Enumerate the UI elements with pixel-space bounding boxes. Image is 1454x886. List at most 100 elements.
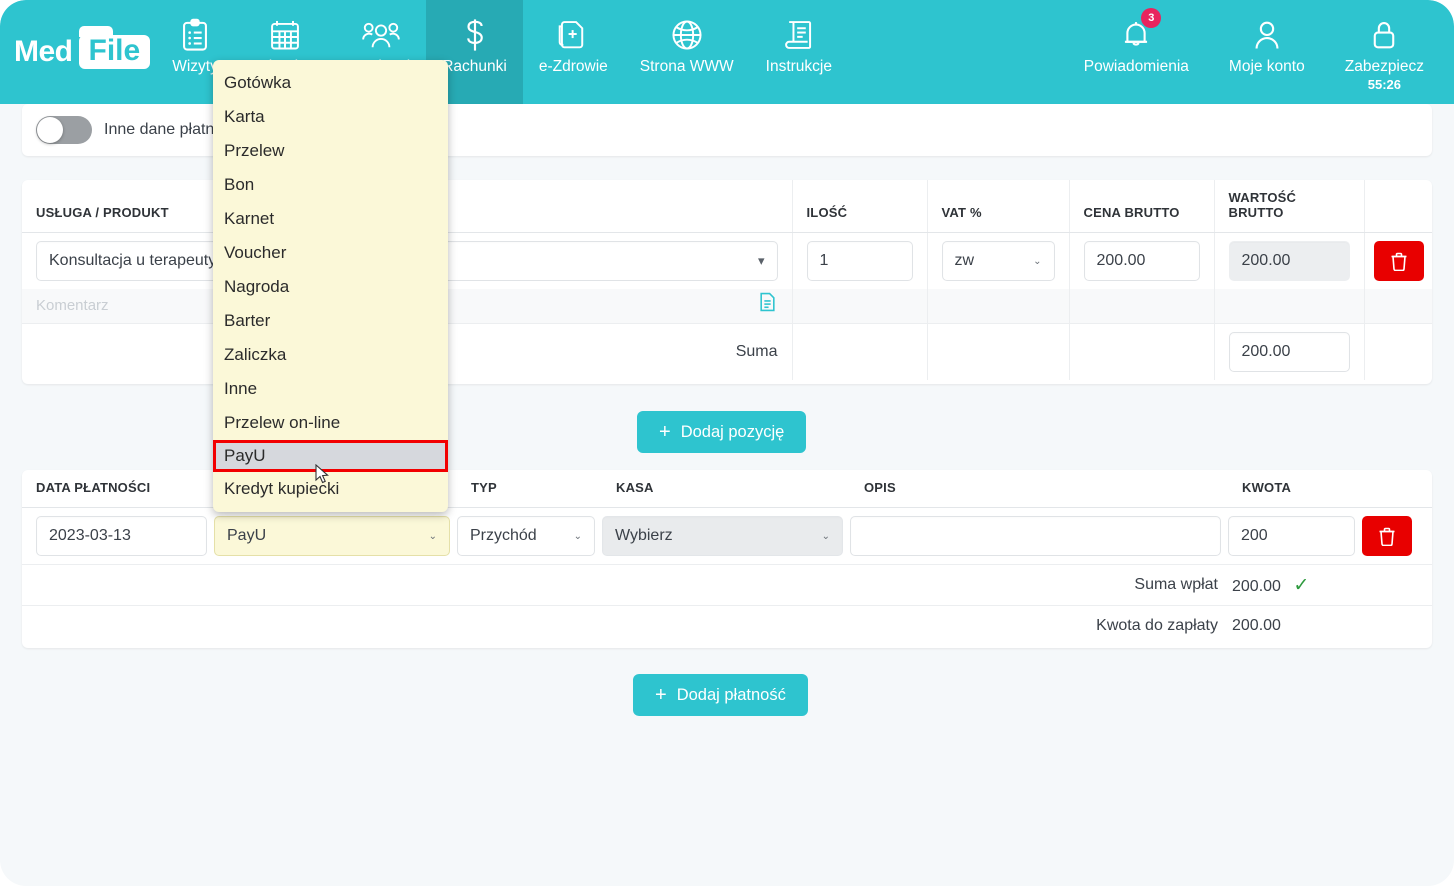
app-window: Med File Wizyty [0,0,1454,886]
vat-select[interactable]: zw ⌄ [942,241,1055,281]
nav-item-ezdrowie[interactable]: e-Zdrowie [523,0,624,104]
th-kasa: KASA [602,470,850,508]
dropdown-option-karta[interactable]: Karta [213,100,448,134]
chevron-down-icon: ⌄ [822,531,830,542]
payment-method-dropdown-list[interactable]: Gotówka Karta Przelew Bon Karnet Voucher… [213,60,448,512]
notification-badge: 3 [1141,8,1161,28]
book-icon [785,14,813,56]
delete-payment-button[interactable] [1362,516,1412,556]
other-payer-toggle[interactable] [36,116,92,144]
th-vat: VAT % [927,180,1069,233]
nav-item-zabezpiecz[interactable]: Zabezpiecz 55:26 [1325,0,1444,104]
document-icon[interactable] [759,292,776,317]
nav-label-powiadomienia: Powiadomienia [1084,58,1189,76]
total-spacer-2 [927,324,1069,381]
suma-wplat-label: Suma wpłat [22,565,1228,606]
nav-item-strona-www[interactable]: Strona WWW [624,0,750,104]
dropdown-option-gotowka[interactable]: Gotówka [213,66,448,100]
quantity-input[interactable]: 1 [807,241,913,281]
dropdown-option-przelew[interactable]: Przelew [213,134,448,168]
th-wartosc-brutto: WARTOŚĆ BRUTTO [1214,180,1364,233]
calendar-icon [269,14,301,56]
th-ilosc: ILOŚĆ [792,180,927,233]
value-gross-field: 200.00 [1229,241,1350,281]
nav-item-instrukcje[interactable]: Instrukcje [750,0,848,104]
payment-amount-input[interactable]: 200 [1228,516,1355,556]
total-spacer-1 [792,324,927,381]
dropdown-option-nagroda[interactable]: Nagroda [213,270,448,304]
price-gross-cell: 200.00 [1069,233,1214,290]
dropdown-option-voucher[interactable]: Voucher [213,236,448,270]
row-actions-cell [1364,233,1432,290]
payment-amount-cell: 200 [1228,508,1362,565]
price-gross-input[interactable]: 200.00 [1084,241,1200,281]
payment-type-value: Przychód [470,527,537,545]
logo-text-med: Med [14,35,73,69]
payment-date-input[interactable]: 2023-03-13 [36,516,207,556]
vat-select-value: zw [955,252,975,270]
dropdown-option-zaliczka[interactable]: Zaliczka [213,338,448,372]
nav-label-zabezpiecz: Zabezpiecz [1345,58,1424,76]
nav-item-moje-konto[interactable]: Moje konto [1209,0,1325,104]
people-icon [362,14,400,56]
clipboard-icon [180,14,210,56]
payment-description-input[interactable] [850,516,1221,556]
dropdown-option-bon[interactable]: Bon [213,168,448,202]
nav-label-ezdrowie: e-Zdrowie [539,58,608,76]
dollar-icon [462,14,488,56]
e-health-icon [558,14,588,56]
nav-right-items: 3 Powiadomienia Moje konto [1064,0,1454,104]
dropdown-option-inne[interactable]: Inne [213,372,448,406]
app-logo[interactable]: Med File [0,0,156,104]
th-kwota: KWOTA [1228,470,1362,508]
chevron-down-icon: ⌄ [574,531,582,542]
comment-spacer-5 [1364,289,1432,324]
dropdown-option-przelew-on-line[interactable]: Przelew on-line [213,406,448,440]
session-timer: 55:26 [1368,77,1401,92]
th-opis: OPIS [850,470,1228,508]
delete-item-button[interactable] [1374,241,1424,281]
kwota-do-zaplaty-value-cell: 200.00 [1228,606,1432,647]
table-row: 2023-03-13 PayU ⌄ Przychód ⌄ [22,508,1432,565]
summary-row-suma-wplat: Suma wpłat 200.00 ✓ [22,565,1432,606]
th-data-platnosci: DATA PŁATNOŚCI [22,470,214,508]
th-actions [1364,180,1432,233]
cash-register-value: Wybierz [615,527,673,545]
quantity-cell: 1 [792,233,927,290]
nav-label-strona-www: Strona WWW [640,58,734,76]
user-icon [1252,14,1282,56]
add-payment-button[interactable]: + Dodaj płatność [633,674,808,716]
add-payment-label: Dodaj płatność [677,686,786,705]
payment-type-select[interactable]: Przychód ⌄ [457,516,595,556]
chevron-down-icon: ▾ [758,253,765,269]
comment-spacer-4 [1214,289,1364,324]
summary-row-kwota-do-zaplaty: Kwota do zapłaty 200.00 [22,606,1432,647]
nav-item-powiadomienia[interactable]: 3 Powiadomienia [1064,0,1209,104]
dropdown-option-barter[interactable]: Barter [213,304,448,338]
vat-cell: zw ⌄ [927,233,1069,290]
total-value-field: 200.00 [1229,332,1350,372]
dropdown-option-karnet[interactable]: Karnet [213,202,448,236]
th-cena-brutto: CENA BRUTTO [1069,180,1214,233]
add-item-button[interactable]: + Dodaj pozycję [637,411,806,453]
logo-text-file: File [79,35,151,69]
globe-icon [671,14,703,56]
plus-icon: + [655,685,667,705]
plus-icon: + [659,422,671,442]
nav-label-moje-konto: Moje konto [1229,58,1305,76]
nav-label-rachunki: Rachunki [442,58,507,76]
comment-spacer-3 [1069,289,1214,324]
payment-method-cell: PayU ⌄ [214,508,457,565]
payment-method-value: PayU [227,527,266,545]
payment-method-select[interactable]: PayU ⌄ [214,516,450,556]
th-typ: TYP [457,470,602,508]
value-gross-cell: 200.00 [1214,233,1364,290]
comment-placeholder: Komentarz [36,297,109,314]
total-value-cell: 200.00 [1214,324,1364,381]
th-blank [442,180,792,233]
cash-register-select[interactable]: Wybierz ⌄ [602,516,843,556]
suma-wplat-value: 200.00 [1232,578,1281,595]
payment-description-cell [850,508,1228,565]
check-icon: ✓ [1293,575,1309,596]
th-payment-actions [1362,470,1432,508]
